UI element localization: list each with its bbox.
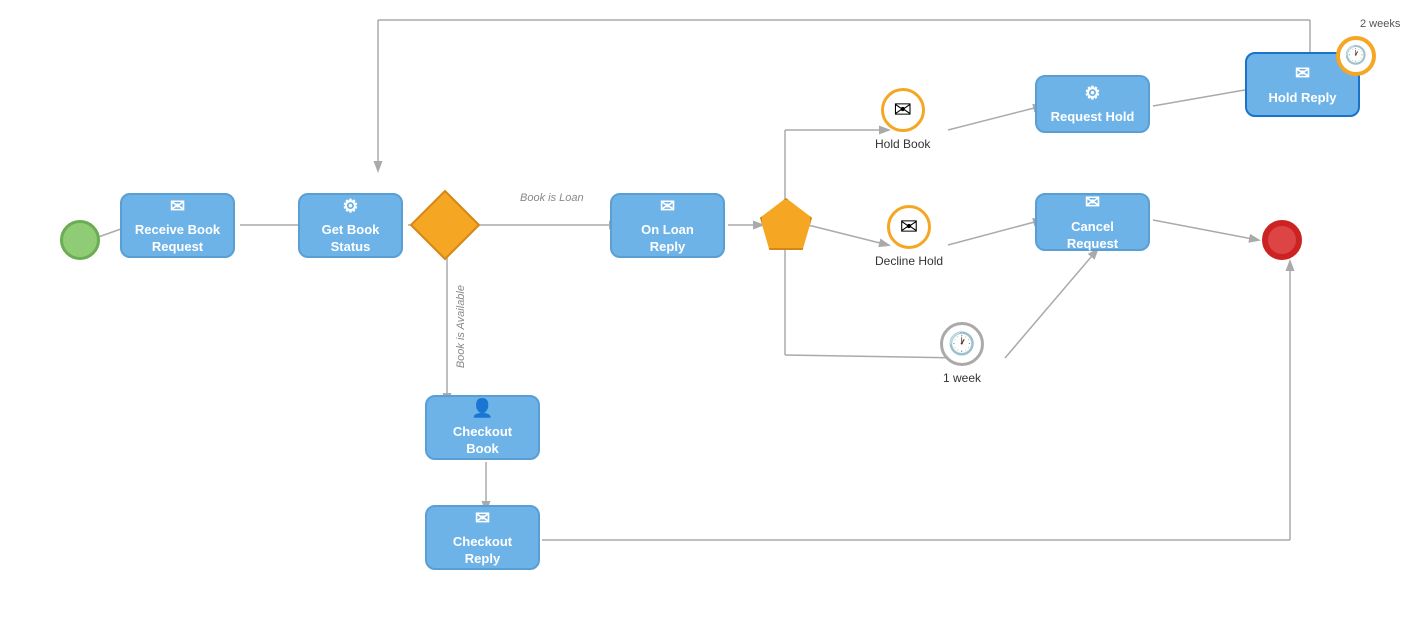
gateway1-diamond[interactable]: [410, 190, 481, 261]
checkout-book-node[interactable]: 👤 Checkout Book: [425, 395, 540, 460]
decline-hold-event[interactable]: ✉: [887, 205, 931, 249]
start-event: [60, 220, 100, 260]
decline-hold-label: Decline Hold: [875, 254, 943, 270]
hold-book-label: Hold Book: [875, 137, 930, 153]
get-book-status-label: Get BookStatus: [322, 222, 380, 256]
receive-book-request-label: Receive Book Request: [132, 222, 223, 256]
envelope-icon-2: ✉: [660, 195, 675, 218]
hold-book-node[interactable]: ✉ Hold Book: [875, 88, 930, 153]
two-weeks-label: 2 weeks: [1360, 18, 1400, 30]
on-loan-reply-node[interactable]: ✉ On Loan Reply: [610, 193, 725, 258]
book-is-available-label: Book is Available: [455, 285, 467, 368]
receive-book-request-node[interactable]: ✉ Receive Book Request: [120, 193, 235, 258]
timer-1week-event[interactable]: 🕐: [940, 322, 984, 366]
flow-arrows: [0, 0, 1412, 621]
bpmn-canvas: ✉ Receive Book Request ⚙ Get BookStatus …: [0, 0, 1412, 621]
gateway1-node: [420, 200, 470, 250]
cancel-request-label: Cancel Request: [1047, 219, 1138, 253]
checkout-reply-label: Checkout Reply: [437, 534, 528, 568]
end-event-circle[interactable]: [1262, 220, 1302, 260]
end-event-node: [1262, 220, 1302, 260]
checkout-reply-node[interactable]: ✉ Checkout Reply: [425, 505, 540, 570]
envelope-icon-3: ✉: [1295, 62, 1310, 85]
hold-reply-node[interactable]: 🕐 ✉ Hold Reply: [1245, 52, 1360, 117]
user-icon: 👤: [471, 397, 493, 420]
hold-reply-label: Hold Reply: [1269, 90, 1337, 107]
start-event-circle[interactable]: [60, 220, 100, 260]
get-book-status-node[interactable]: ⚙ Get BookStatus: [298, 193, 403, 258]
timer-1week-label: 1 week: [943, 371, 981, 387]
gear-icon-2: ⚙: [1084, 82, 1100, 105]
envelope-icon-5: ✉: [475, 507, 490, 530]
cancel-request-node[interactable]: ✉ Cancel Request: [1035, 193, 1150, 251]
request-hold-label: Request Hold: [1051, 109, 1135, 126]
envelope-icon-4: ✉: [1085, 191, 1100, 214]
timer-1week-node[interactable]: 🕐 1 week: [940, 322, 984, 387]
envelope-icon: ✉: [170, 195, 185, 218]
request-hold-node[interactable]: ⚙ Request Hold: [1035, 75, 1150, 133]
hold-book-event[interactable]: ✉: [881, 88, 925, 132]
decline-hold-node[interactable]: ✉ Decline Hold: [875, 205, 943, 270]
checkout-book-label: Checkout Book: [437, 424, 528, 458]
gear-icon: ⚙: [342, 195, 358, 218]
on-loan-reply-label: On Loan Reply: [622, 222, 713, 256]
book-is-loan-label: Book is Loan: [520, 192, 584, 204]
gateway2-pentagon[interactable]: [760, 198, 812, 250]
gateway2-node: [760, 198, 812, 250]
